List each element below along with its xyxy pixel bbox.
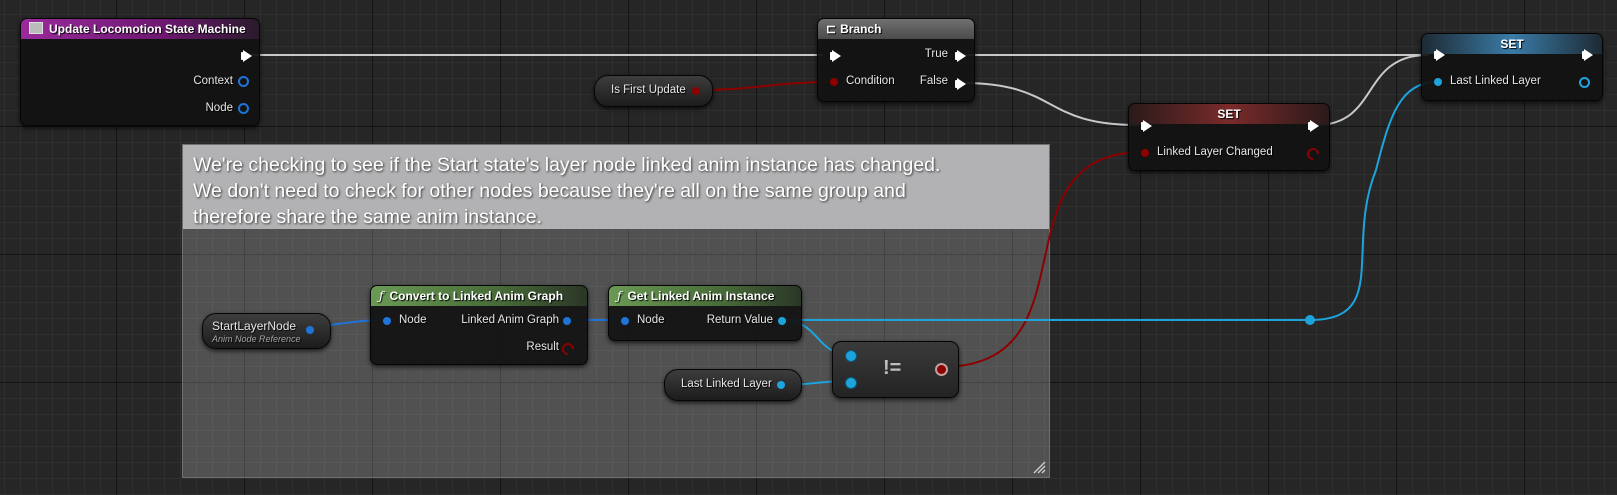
is-first-update-getter[interactable]: Is First Update — [594, 75, 713, 107]
node-input-label: Node — [399, 314, 427, 326]
result-label: Result — [526, 341, 559, 353]
exec-false-pin[interactable] — [955, 78, 966, 90]
exec-output-pin[interactable] — [1582, 49, 1593, 61]
function-header: ƒ Get Linked Anim Instance — [609, 286, 801, 306]
set-header: SET — [1129, 104, 1329, 124]
comment-line: We don't need to check for other nodes b… — [193, 180, 906, 202]
not-equal-output-pin[interactable] — [935, 363, 948, 376]
not-equal-input-b-pin[interactable] — [845, 377, 857, 389]
exec-input-pin[interactable] — [1141, 120, 1152, 132]
last-linked-layer-input-pin[interactable] — [1434, 78, 1442, 86]
exec-true-pin[interactable] — [955, 50, 966, 62]
exec-input-pin[interactable] — [830, 50, 841, 62]
node-pin-label: Node — [205, 102, 234, 114]
last-linked-layer-getter[interactable]: Last Linked Layer — [664, 369, 802, 401]
linked-anim-graph-label: Linked Anim Graph — [461, 314, 559, 326]
event-node-header: Update Locomotion State Machine — [21, 19, 259, 39]
branch-node[interactable]: ⊏ Branch True Condition False — [817, 18, 975, 102]
linked-layer-changed-input-pin[interactable] — [1141, 149, 1149, 157]
event-node-title: Update Locomotion State Machine — [49, 22, 246, 36]
linked-anim-graph-output-pin[interactable] — [563, 317, 571, 325]
last-linked-layer-output-pin[interactable] — [777, 381, 785, 389]
set-title: SET — [1500, 37, 1524, 51]
exec-wire-false-set — [961, 82, 1139, 126]
set-last-linked-layer-node[interactable]: SET Last Linked Layer — [1421, 33, 1603, 101]
return-value-label: Return Value — [706, 314, 773, 326]
context-output-pin[interactable] — [238, 76, 249, 87]
linked-layer-changed-output-pin[interactable] — [1304, 145, 1322, 163]
set-header: SET — [1422, 34, 1602, 54]
event-node-update-locomotion[interactable]: Update Locomotion State Machine Context … — [20, 18, 260, 126]
linked-layer-changed-label: Linked Layer Changed — [1157, 146, 1273, 158]
function-icon: ƒ — [379, 289, 384, 303]
set-linked-layer-changed-node[interactable]: SET Linked Layer Changed — [1128, 103, 1330, 171]
node-output-pin[interactable] — [238, 103, 249, 114]
set-title: SET — [1217, 107, 1241, 121]
exec-wire-set-set — [1315, 54, 1429, 126]
condition-label: Condition — [846, 75, 895, 87]
is-first-update-label: Is First Update — [611, 84, 686, 96]
start-layer-node-label: StartLayerNode — [212, 319, 297, 333]
comment-text[interactable]: We're checking to see if the Start state… — [183, 145, 1049, 229]
bool-wire-condition — [693, 81, 836, 91]
last-linked-layer-label: Last Linked Layer — [1450, 75, 1541, 87]
comment-line: We're checking to see if the Start state… — [193, 154, 941, 176]
false-label: False — [919, 75, 948, 87]
last-linked-layer-output-pin[interactable] — [1579, 77, 1590, 88]
start-layer-node-output-pin[interactable] — [306, 326, 314, 334]
comment-line: therefore share the same anim instance. — [193, 206, 543, 228]
get-instance-title: Get Linked Anim Instance — [627, 289, 775, 303]
context-pin-label: Context — [193, 75, 233, 87]
function-icon: ƒ — [617, 289, 622, 303]
condition-input-pin[interactable] — [830, 78, 838, 86]
not-equal-symbol: != — [883, 357, 902, 379]
event-icon — [29, 22, 43, 34]
branch-node-header: ⊏ Branch — [818, 19, 974, 39]
node-input-pin[interactable] — [621, 317, 629, 325]
convert-title: Convert to Linked Anim Graph — [389, 289, 564, 303]
exec-output-pin[interactable] — [241, 50, 252, 62]
return-value-output-pin[interactable] — [778, 317, 786, 325]
not-equal-node[interactable]: != — [832, 341, 959, 398]
true-label: True — [924, 48, 948, 60]
node-input-pin[interactable] — [383, 317, 391, 325]
is-first-update-output-pin[interactable] — [692, 87, 700, 95]
not-equal-input-a-pin[interactable] — [845, 350, 857, 362]
resize-grip-icon[interactable] — [1032, 460, 1046, 474]
result-output-pin[interactable] — [559, 340, 577, 358]
start-layer-node-getter[interactable]: StartLayerNode Anim Node Reference — [202, 313, 331, 349]
last-linked-layer-getter-label: Last Linked Layer — [681, 378, 772, 390]
branch-title: Branch — [840, 22, 882, 36]
convert-to-linked-anim-graph-node[interactable]: ƒ Convert to Linked Anim Graph Node Linke… — [370, 285, 588, 365]
exec-input-pin[interactable] — [1434, 49, 1445, 61]
exec-output-pin[interactable] — [1308, 120, 1319, 132]
reroute-knot — [1305, 315, 1315, 325]
start-layer-node-type: Anim Node Reference — [212, 334, 301, 344]
node-input-label: Node — [637, 314, 665, 326]
get-linked-anim-instance-node[interactable]: ƒ Get Linked Anim Instance Node Return Va… — [608, 285, 802, 341]
branch-icon: ⊏ — [826, 22, 837, 36]
function-header: ƒ Convert to Linked Anim Graph — [371, 286, 587, 306]
